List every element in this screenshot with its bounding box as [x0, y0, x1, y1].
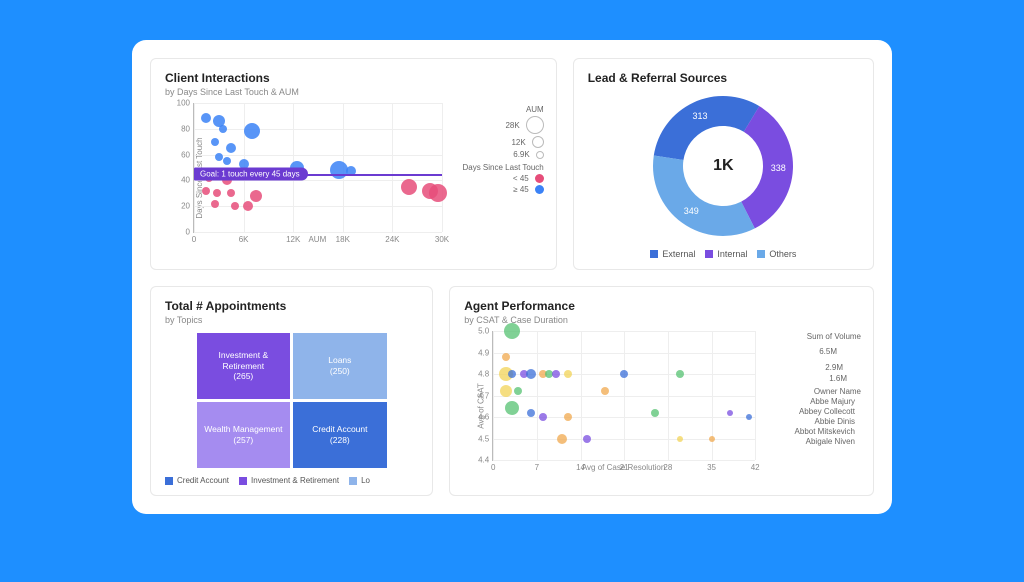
legend-size-item: 6.5M	[761, 342, 861, 360]
data-point[interactable]	[526, 369, 536, 379]
data-point[interactable]	[583, 435, 591, 443]
data-point[interactable]	[502, 353, 510, 361]
card-agent-performance: Agent Performance by CSAT & Case Duratio…	[449, 286, 874, 496]
data-point[interactable]	[215, 153, 223, 161]
legend-size-item: 12K	[448, 136, 544, 148]
data-point[interactable]	[514, 387, 522, 395]
data-point[interactable]	[250, 190, 262, 202]
data-point[interactable]	[211, 200, 219, 208]
legend-color-item[interactable]: ≥ 45	[448, 185, 544, 194]
card-lead-sources: Lead & Referral Sources 1K 313338349 Ext…	[573, 58, 874, 270]
data-point[interactable]	[677, 436, 683, 442]
data-point[interactable]	[651, 409, 659, 417]
donut-center-label: 1K	[648, 91, 798, 241]
goal-annotation: Goal: 1 touch every 45 days	[194, 167, 308, 180]
legend-size-item: 6.9K	[448, 150, 544, 159]
legend-owner-item[interactable]: Abbey Collecott	[761, 407, 861, 416]
data-point[interactable]	[557, 434, 567, 444]
card-title: Lead & Referral Sources	[588, 71, 859, 85]
legend-size-item: 1.6M	[761, 374, 861, 383]
data-point[interactable]	[552, 370, 560, 378]
donut-chart[interactable]: 1K 313338349 External Internal Others	[588, 91, 859, 259]
data-point[interactable]	[504, 323, 520, 339]
card-title: Agent Performance	[464, 299, 859, 313]
data-point[interactable]	[429, 184, 447, 202]
chart-legend: Sum of Volume 6.5M2.9M1.6M Owner Name Ab…	[761, 331, 861, 447]
data-point[interactable]	[219, 125, 227, 133]
legend-item[interactable]: Others	[757, 249, 796, 259]
data-point[interactable]	[223, 157, 231, 165]
data-point[interactable]	[211, 138, 219, 146]
card-client-interactions: Client Interactions by Days Since Last T…	[150, 58, 557, 270]
treemap-tile[interactable]: Investment & Retirement(265)	[197, 333, 291, 399]
data-point[interactable]	[601, 387, 609, 395]
legend-item[interactable]: External	[650, 249, 695, 259]
data-point[interactable]	[500, 385, 512, 397]
plot-area: 4.44.54.64.74.84.95.0071421283542	[492, 331, 755, 461]
card-title: Client Interactions	[165, 71, 542, 85]
card-appointments: Total # Appointments by Topics Investmen…	[150, 286, 433, 496]
data-point[interactable]	[746, 414, 752, 420]
legend-item[interactable]: Internal	[705, 249, 747, 259]
donut: 1K 313338349	[648, 91, 798, 241]
legend-owner-title: Owner Name	[761, 387, 861, 396]
data-point[interactable]	[330, 161, 348, 179]
data-point[interactable]	[564, 413, 572, 421]
scatter-chart-interactions[interactable]: Days Since Last Touch 02040608010006K12K…	[165, 103, 542, 253]
data-point[interactable]	[213, 189, 221, 197]
card-subtitle: by CSAT & Case Duration	[464, 315, 859, 325]
legend-color-title: Days Since Last Touch	[448, 163, 544, 172]
data-point[interactable]	[201, 113, 211, 123]
legend-size-title: AUM	[448, 105, 544, 114]
legend-item[interactable]: Lo	[349, 476, 370, 485]
legend-owner-item[interactable]: Abbe Majury	[761, 397, 861, 406]
treemap-chart[interactable]: Investment & Retirement(265)Loans(250)We…	[197, 333, 387, 468]
treemap-tile[interactable]: Wealth Management(257)	[197, 402, 291, 468]
data-point[interactable]	[709, 436, 715, 442]
legend-item[interactable]: Investment & Retirement	[239, 476, 339, 485]
legend-owner-item[interactable]: Abbie Dinis	[761, 417, 861, 426]
data-point[interactable]	[676, 370, 684, 378]
data-point[interactable]	[620, 370, 628, 378]
chart-legend: AUM 28K 12K 6.9K Days Since Last Touch < 4…	[448, 103, 544, 196]
data-point[interactable]	[401, 179, 417, 195]
data-point[interactable]	[508, 370, 516, 378]
dashboard: Client Interactions by Days Since Last T…	[132, 40, 892, 514]
scatter-chart-performance[interactable]: Avg of CSAT 4.44.54.64.74.84.95.00714212…	[464, 331, 859, 481]
donut-legend: External Internal Others	[650, 249, 796, 259]
plot-area: 02040608010006K12K18K24K30KGoal: 1 touch…	[193, 103, 442, 233]
legend-owner-item[interactable]: Abigale Niven	[761, 437, 861, 446]
data-point[interactable]	[202, 187, 210, 195]
data-point[interactable]	[727, 410, 733, 416]
legend-color-item[interactable]: < 45	[448, 174, 544, 183]
legend-owner-item[interactable]: Abbot Mitskevich	[761, 427, 861, 436]
data-point[interactable]	[244, 123, 260, 139]
legend-size-item: 2.9M	[761, 361, 861, 373]
data-point[interactable]	[243, 201, 253, 211]
data-point[interactable]	[227, 189, 235, 197]
legend-size-title: Sum of Volume	[761, 332, 861, 341]
data-point[interactable]	[539, 413, 547, 421]
data-point[interactable]	[505, 401, 519, 415]
treemap-legend: Credit Account Investment & Retirement Lo	[165, 476, 418, 485]
legend-item[interactable]: Credit Account	[165, 476, 229, 485]
card-title: Total # Appointments	[165, 299, 418, 313]
treemap-tile[interactable]: Credit Account(228)	[293, 402, 387, 468]
data-point[interactable]	[226, 143, 236, 153]
card-subtitle: by Topics	[165, 315, 418, 325]
card-subtitle: by Days Since Last Touch & AUM	[165, 87, 542, 97]
data-point[interactable]	[564, 370, 572, 378]
data-point[interactable]	[527, 409, 535, 417]
x-axis-label: AUM	[193, 235, 442, 244]
data-point[interactable]	[231, 202, 239, 210]
treemap-tile[interactable]: Loans(250)	[293, 333, 387, 399]
legend-size-item: 28K	[448, 116, 544, 134]
